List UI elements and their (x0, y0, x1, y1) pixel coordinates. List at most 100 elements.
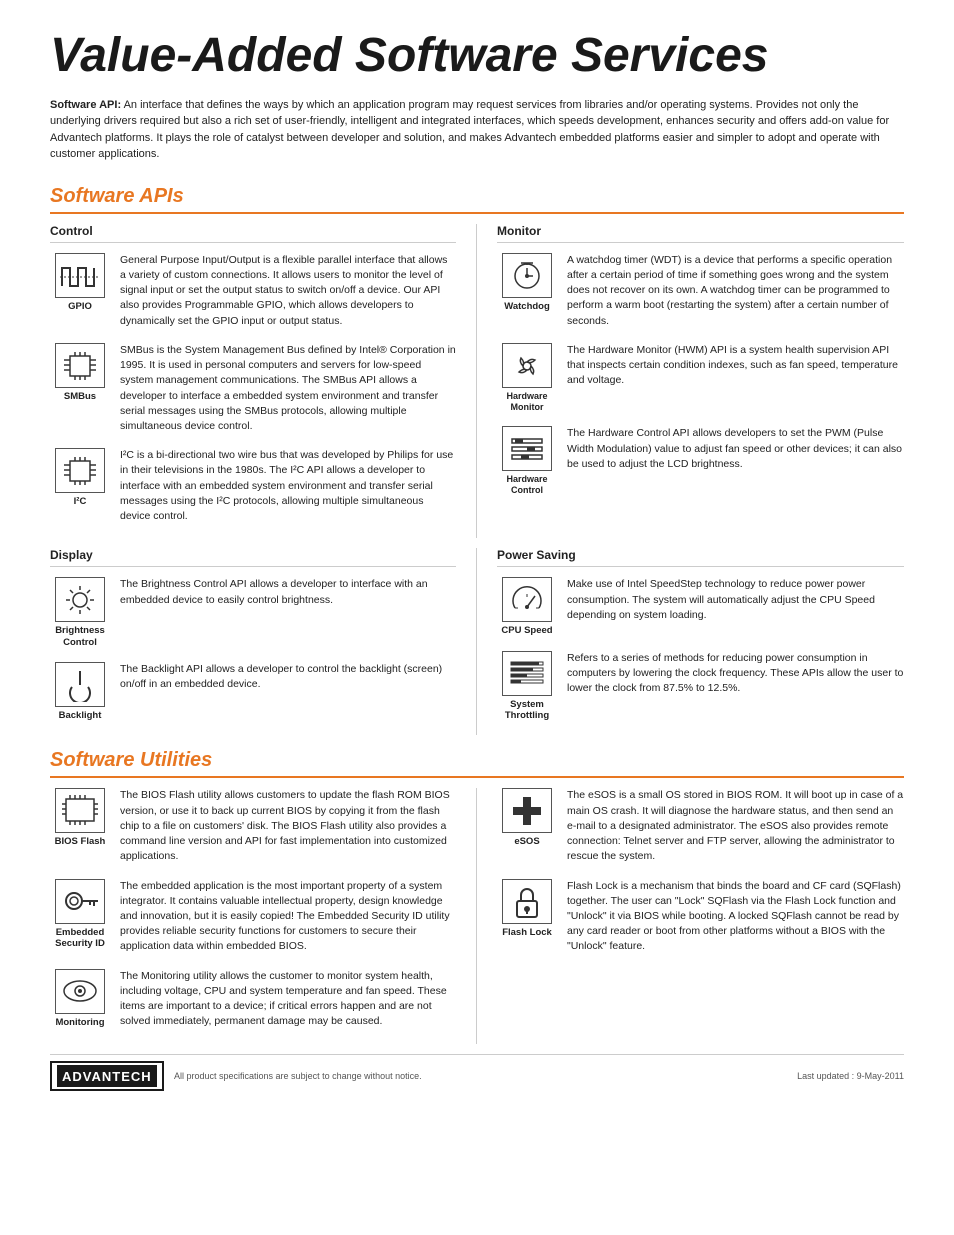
display-header: Display (50, 548, 456, 567)
brightness-label: BrightnessControl (55, 625, 105, 648)
bios-flash-item: BIOS Flash The BIOS Flash utility allows… (50, 788, 456, 864)
gpio-item: GPIO General Purpose Input/Output is a f… (50, 253, 456, 329)
watchdog-icon (502, 253, 552, 298)
hardware-monitor-label: HardwareMonitor (506, 391, 547, 413)
backlight-label: Backlight (59, 710, 102, 721)
utilities-left-column: BIOS Flash The BIOS Flash utility allows… (50, 788, 477, 1043)
watchdog-label: Watchdog (504, 301, 550, 312)
monitoring-icon (55, 969, 105, 1014)
watchdog-item: Watchdog A watchdog timer (WDT) is a dev… (497, 253, 904, 329)
flash-lock-label: Flash Lock (502, 927, 552, 938)
gpio-text: General Purpose Input/Output is a flexib… (120, 253, 456, 329)
backlight-icon-group: Backlight (50, 662, 110, 721)
embedded-security-item: EmbeddedSecurity ID The embedded applica… (50, 879, 456, 955)
bios-flash-icon (55, 788, 105, 833)
esos-icon (502, 788, 552, 833)
monitoring-label: Monitoring (55, 1017, 104, 1028)
bios-flash-icon-group: BIOS Flash (50, 788, 110, 847)
embedded-security-label: EmbeddedSecurity ID (55, 927, 105, 950)
footer-date: Last updated : 9-May-2011 (797, 1071, 904, 1081)
esos-item: eSOS The eSOS is a small OS stored in BI… (497, 788, 904, 864)
i2c-icon (55, 448, 105, 493)
apis-two-col: Control GPIO General Purpose Input/Outpu… (50, 224, 904, 539)
software-apis-title: Software APIs (50, 185, 904, 214)
embedded-security-text: The embedded application is the most imp… (120, 879, 456, 955)
gpio-label: GPIO (68, 301, 92, 312)
hardware-control-icon-group: HardwareControl (497, 426, 557, 496)
brightness-text: The Brightness Control API allows a deve… (120, 577, 456, 607)
flash-lock-icon-group: Flash Lock (497, 879, 557, 938)
esos-label: eSOS (514, 836, 539, 847)
esos-text: The eSOS is a small OS stored in BIOS RO… (567, 788, 904, 864)
intro-body: An interface that defines the ways by wh… (50, 99, 889, 161)
control-column: Control GPIO General Purpose Input/Outpu… (50, 224, 477, 539)
display-column: Display (50, 548, 477, 735)
backlight-text: The Backlight API allows a developer to … (120, 662, 456, 692)
monitoring-text: The Monitoring utility allows the custom… (120, 969, 456, 1030)
gpio-icon-group: GPIO (50, 253, 110, 312)
throttling-icon-group: SystemThrottling (497, 651, 557, 722)
brightness-icon (55, 577, 105, 622)
control-header: Control (50, 224, 456, 243)
flash-lock-icon (502, 879, 552, 924)
hardware-control-icon (502, 426, 552, 471)
page: Value-Added Software Services Software A… (0, 0, 954, 1111)
hardware-monitor-icon-group: HardwareMonitor (497, 343, 557, 413)
monitoring-item: Monitoring The Monitoring utility allows… (50, 969, 456, 1030)
intro-paragraph: Software API: An interface that defines … (50, 97, 904, 163)
bios-flash-label: BIOS Flash (55, 836, 106, 847)
page-title: Value-Added Software Services (50, 30, 904, 83)
cpu-speed-item: CPU Speed Make use of Intel SpeedStep te… (497, 577, 904, 636)
hardware-monitor-icon (502, 343, 552, 388)
hardware-control-text: The Hardware Control API allows develope… (567, 426, 904, 472)
footer-left: ADVANTECH All product specifications are… (50, 1061, 422, 1091)
flash-lock-text: Flash Lock is a mechanism that binds the… (567, 879, 904, 955)
backlight-item: Backlight The Backlight API allows a dev… (50, 662, 456, 721)
watchdog-icon-group: Watchdog (497, 253, 557, 312)
utilities-two-col: BIOS Flash The BIOS Flash utility allows… (50, 788, 904, 1043)
watchdog-text: A watchdog timer (WDT) is a device that … (567, 253, 904, 329)
embedded-security-icon (55, 879, 105, 924)
i2c-text: I²C is a bi-directional two wire bus tha… (120, 448, 456, 524)
gpio-icon (55, 253, 105, 298)
footer-note: All product specifications are subject t… (174, 1071, 422, 1081)
power-saving-header: Power Saving (497, 548, 904, 567)
hardware-monitor-item: HardwareMonitor The Hardware Monitor (HW… (497, 343, 904, 413)
cpu-speed-icon (502, 577, 552, 622)
throttling-item: SystemThrottling Refers to a series of m… (497, 651, 904, 722)
bios-flash-text: The BIOS Flash utility allows customers … (120, 788, 456, 864)
display-power-two-col: Display (50, 548, 904, 735)
throttling-text: Refers to a series of methods for reduci… (567, 651, 904, 697)
i2c-label: I²C (74, 496, 87, 507)
power-saving-column: Power Saving (477, 548, 904, 735)
intro-label: Software API: (50, 99, 121, 111)
svg-text:ADVANTECH: ADVANTECH (62, 1069, 152, 1084)
monitoring-icon-group: Monitoring (50, 969, 110, 1028)
throttling-label: SystemThrottling (505, 699, 549, 722)
advantech-logo: ADVANTECH (50, 1061, 164, 1091)
throttling-icon (502, 651, 552, 696)
embedded-security-icon-group: EmbeddedSecurity ID (50, 879, 110, 950)
smbus-icon (55, 343, 105, 388)
smbus-icon-group: SMBus (50, 343, 110, 402)
esos-icon-group: eSOS (497, 788, 557, 847)
i2c-item: I²C I²C is a bi-directional two wire bus… (50, 448, 456, 524)
smbus-item: SMBus SMBus is the System Management Bus… (50, 343, 456, 434)
logo-text: ADVANTECH (57, 1065, 157, 1087)
monitor-column: Monitor Watch (477, 224, 904, 539)
backlight-icon (55, 662, 105, 707)
hardware-monitor-text: The Hardware Monitor (HWM) API is a syst… (567, 343, 904, 389)
cpu-speed-text: Make use of Intel SpeedStep technology t… (567, 577, 904, 623)
footer: ADVANTECH All product specifications are… (50, 1054, 904, 1091)
utilities-right-column: eSOS The eSOS is a small OS stored in BI… (477, 788, 904, 1043)
i2c-icon-group: I²C (50, 448, 110, 507)
software-utilities-title: Software Utilities (50, 749, 904, 778)
smbus-text: SMBus is the System Management Bus defin… (120, 343, 456, 434)
brightness-icon-group: BrightnessControl (50, 577, 110, 648)
smbus-label: SMBus (64, 391, 96, 402)
flash-lock-item: Flash Lock Flash Lock is a mechanism tha… (497, 879, 904, 955)
cpu-speed-icon-group: CPU Speed (497, 577, 557, 636)
hardware-control-label: HardwareControl (506, 474, 547, 496)
hardware-control-item: HardwareControl The Hardware Control API… (497, 426, 904, 496)
cpu-speed-label: CPU Speed (501, 625, 552, 636)
